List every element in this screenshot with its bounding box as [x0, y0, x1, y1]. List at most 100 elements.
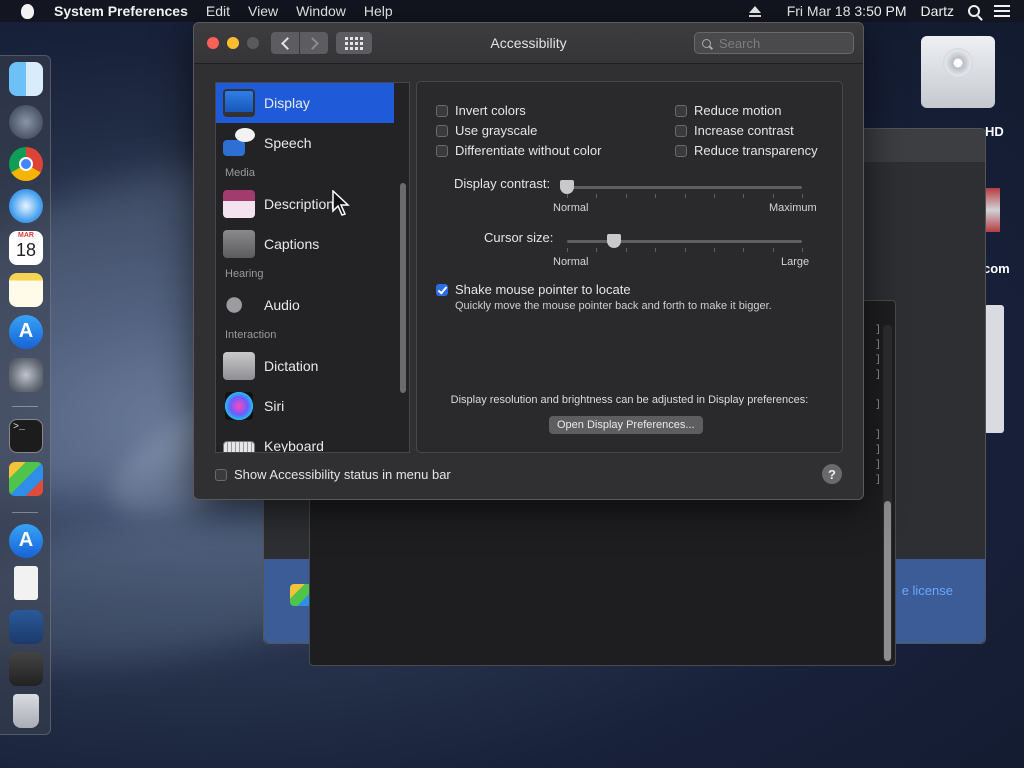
trash-icon[interactable] — [13, 694, 39, 728]
show-all-button[interactable] — [336, 32, 372, 54]
hard-drive-icon[interactable] — [921, 36, 995, 108]
sidebar-item-display[interactable]: Display — [216, 83, 394, 123]
slider-tick — [713, 194, 715, 198]
open-display-preferences-button[interactable]: Open Display Preferences... — [549, 416, 703, 434]
speech-icon — [223, 128, 255, 156]
document-icon[interactable] — [14, 566, 38, 600]
checkbox-label: Invert colors — [455, 103, 526, 118]
sidebar-item-keyboard[interactable]: Keyboard — [216, 426, 394, 453]
scrollbar-thumb[interactable] — [884, 501, 891, 661]
sidebar-item-siri[interactable]: Siri — [216, 386, 394, 426]
dock-separator — [12, 512, 38, 513]
screenshot-thumbnail-icon[interactable] — [9, 610, 43, 644]
hard-drive-label: HD — [985, 124, 1004, 139]
checkbox-box[interactable] — [675, 144, 687, 157]
chrome-icon[interactable] — [9, 147, 43, 181]
title-bar[interactable]: Accessibility — [194, 23, 863, 64]
differentiate-without-color-checkbox[interactable]: Differentiate without color — [436, 143, 601, 158]
cursor-size-slider-knob[interactable] — [607, 234, 621, 248]
menu-clock[interactable]: Fri Mar 18 3:50 PM — [787, 3, 907, 19]
sidebar-item-audio[interactable]: Audio — [216, 285, 394, 325]
sidebar-item-captions[interactable]: Captions — [216, 224, 394, 264]
forward-button[interactable] — [300, 32, 328, 54]
notes-icon[interactable] — [9, 273, 43, 307]
zoom-button[interactable] — [247, 37, 259, 49]
menu-window[interactable]: Window — [296, 3, 346, 19]
checkbox-box[interactable] — [436, 104, 448, 117]
menu-help[interactable]: Help — [364, 3, 393, 19]
mouse-pointer-icon — [332, 190, 350, 216]
apple-menu[interactable] — [18, 3, 36, 19]
checkbox-label: Reduce transparency — [694, 143, 818, 158]
search-input[interactable] — [717, 34, 841, 52]
screenshot-thumbnail-icon[interactable] — [9, 652, 43, 686]
use-grayscale-checkbox[interactable]: Use grayscale — [436, 123, 537, 138]
checkbox-box[interactable] — [436, 144, 448, 157]
invert-colors-checkbox[interactable]: Invert colors — [436, 103, 526, 118]
display-settings-panel: Invert colors Use grayscale Differentiat… — [416, 81, 843, 453]
sidebar-item-speech[interactable]: Speech — [216, 123, 394, 163]
slider-tick — [596, 248, 598, 252]
reduce-motion-checkbox[interactable]: Reduce motion — [675, 103, 781, 118]
sidebar-item-label: Speech — [264, 135, 312, 151]
app-store-installer-icon[interactable] — [9, 524, 43, 558]
sidebar-scrollbar[interactable] — [400, 183, 406, 393]
menu-view[interactable]: View — [248, 3, 278, 19]
close-button[interactable] — [207, 37, 219, 49]
finder-icon[interactable] — [9, 62, 43, 96]
eject-icon[interactable] — [748, 5, 761, 17]
slider-tick — [625, 248, 627, 252]
safari-icon[interactable] — [9, 189, 43, 223]
display-preferences-note: Display resolution and brightness can be… — [450, 394, 809, 406]
checkbox-box[interactable] — [215, 468, 227, 481]
sidebar-item-label: Keyboard — [264, 438, 324, 453]
checkbox-box[interactable] — [675, 124, 687, 137]
display-contrast-max-label: Maximum — [769, 202, 817, 214]
sidebar-item-description[interactable]: Description — [216, 184, 394, 224]
menu-edit[interactable]: Edit — [206, 3, 230, 19]
display-contrast-slider[interactable] — [567, 186, 802, 189]
back-button[interactable] — [271, 32, 299, 54]
notification-center-icon[interactable] — [994, 5, 1010, 17]
sidebar-item-dictation[interactable]: Dictation — [216, 346, 394, 386]
menu-user[interactable]: Dartz — [921, 3, 954, 19]
bluestacks-icon[interactable] — [9, 462, 43, 496]
help-button[interactable]: ? — [822, 464, 842, 484]
dock-separator — [12, 406, 38, 407]
search-field[interactable] — [694, 32, 854, 54]
slider-tick — [743, 194, 745, 198]
checkbox-box[interactable] — [436, 283, 448, 296]
checkbox-label: Increase contrast — [694, 123, 794, 138]
menu-app-name[interactable]: System Preferences — [54, 3, 188, 19]
apple-icon — [20, 3, 34, 19]
slider-tick — [684, 194, 686, 198]
desktop-item-icon[interactable] — [984, 305, 1004, 433]
section-header-hearing: Hearing — [225, 268, 264, 280]
license-link[interactable]: e license — [902, 583, 953, 598]
minimize-button[interactable] — [227, 37, 239, 49]
slider-tick — [625, 194, 627, 198]
desktop-url-text: com — [983, 261, 1010, 276]
terminal-icon[interactable] — [9, 419, 43, 453]
launchpad-icon[interactable] — [9, 105, 43, 139]
spotlight-search-icon[interactable] — [968, 5, 980, 17]
checkbox-label: Differentiate without color — [455, 143, 602, 158]
desktop-item-icon[interactable] — [984, 188, 1000, 232]
sidebar-item-label: Description — [264, 196, 335, 212]
cursor-size-max-label: Large — [781, 256, 810, 268]
display-contrast-slider-knob[interactable] — [560, 180, 574, 194]
app-store-icon[interactable] — [9, 315, 43, 349]
system-preferences-icon[interactable] — [9, 358, 43, 392]
checkbox-box[interactable] — [675, 104, 687, 117]
show-status-in-menu-bar-checkbox[interactable]: Show Accessibility status in menu bar — [215, 467, 451, 482]
calendar-icon[interactable]: MAR 18 — [9, 231, 43, 265]
checkbox-box[interactable] — [436, 124, 448, 137]
keyboard-icon — [223, 441, 255, 452]
checkbox-label: Use grayscale — [455, 123, 538, 138]
cursor-size-slider[interactable] — [567, 240, 802, 243]
reduce-transparency-checkbox[interactable]: Reduce transparency — [675, 143, 818, 158]
increase-contrast-checkbox[interactable]: Increase contrast — [675, 123, 794, 138]
shake-description: Quickly move the mouse pointer back and … — [455, 300, 772, 312]
shake-mouse-pointer-checkbox[interactable]: Shake mouse pointer to locate — [436, 282, 631, 297]
checkbox-label: Show Accessibility status in menu bar — [234, 467, 451, 482]
